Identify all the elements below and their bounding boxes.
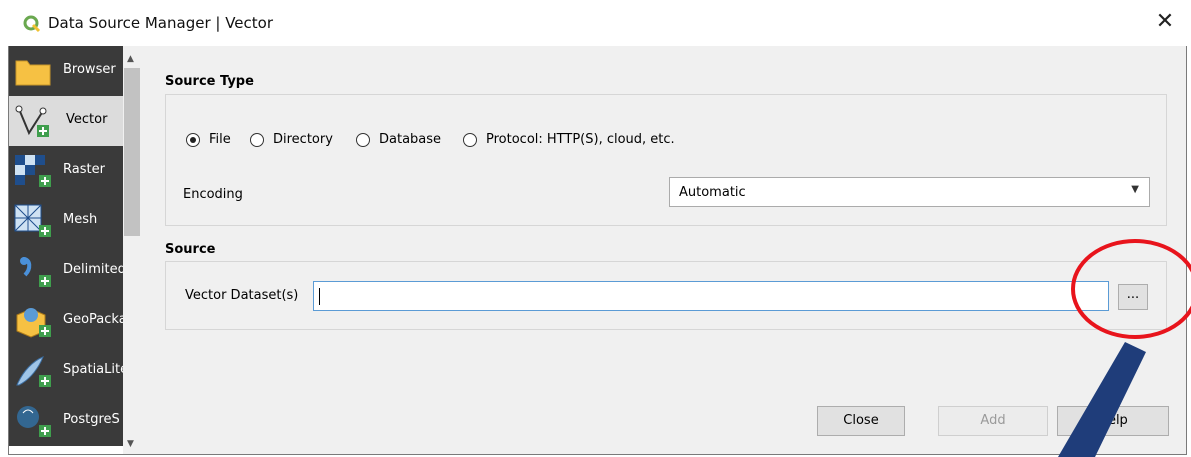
title-bar: Data Source Manager | Vector ✕: [0, 0, 1191, 46]
sidebar-item-label: PostgreS: [63, 412, 120, 427]
radio-protocol[interactable]: Protocol: HTTP(S), cloud, etc.: [463, 132, 675, 147]
sidebar-item-browser[interactable]: Browser: [9, 46, 123, 96]
qgis-logo-icon: [23, 15, 41, 33]
radio-button[interactable]: [356, 132, 370, 147]
sidebar-item-label: Browser: [63, 62, 116, 77]
scroll-up-icon[interactable]: ▲: [127, 54, 134, 64]
scrollbar-thumb[interactable]: [124, 68, 140, 236]
source-heading: Source: [165, 242, 216, 257]
radio-button[interactable]: [250, 132, 264, 147]
radio-label: Database: [379, 132, 442, 147]
help-button[interactable]: Help: [1057, 406, 1169, 436]
sidebar-item-label: Mesh: [63, 212, 98, 227]
close-button[interactable]: Close: [817, 406, 905, 436]
raster-icon: [15, 155, 51, 187]
sidebar-item-geopackage[interactable]: GeoPacka: [9, 296, 123, 346]
sidebar-item-raster[interactable]: Raster: [9, 146, 123, 196]
radio-button-checked[interactable]: [186, 132, 200, 147]
radio-directory[interactable]: Directory: [250, 132, 333, 147]
sidebar-scrollbar[interactable]: ▲ ▼: [123, 46, 141, 454]
delimited-text-icon: [20, 257, 51, 287]
scroll-down-icon[interactable]: ▼: [127, 439, 134, 449]
mesh-icon: [14, 204, 51, 237]
sidebar-item-postgresql[interactable]: PostgreS: [9, 396, 123, 446]
radio-file[interactable]: File: [186, 132, 231, 147]
sidebar-item-label: SpatiaLite: [63, 362, 123, 377]
spatialite-icon: [16, 356, 51, 387]
vector-dataset-input[interactable]: [313, 281, 1109, 311]
sidebar-item-label: GeoPacka: [63, 312, 123, 327]
radio-database[interactable]: Database: [356, 132, 441, 147]
sidebar-item-spatialite[interactable]: SpatiaLite: [9, 346, 123, 396]
radio-label: File: [209, 132, 231, 147]
main-panel: Source Type File Directory Database Prot…: [141, 46, 1186, 454]
sidebar-item-delimited[interactable]: Delimited: [9, 246, 123, 296]
radio-label: Protocol: HTTP(S), cloud, etc.: [486, 132, 675, 147]
source-type-group: File Directory Database Protocol: HTTP(S…: [165, 94, 1167, 226]
chevron-down-icon: ▼: [1131, 184, 1139, 195]
vector-dataset-label: Vector Dataset(s): [185, 288, 299, 303]
window-title: Data Source Manager | Vector: [48, 14, 274, 32]
window-border-right: [1186, 46, 1187, 455]
window-border-bottom: [8, 454, 1187, 455]
encoding-select[interactable]: Automatic ▼: [669, 177, 1150, 207]
sidebar-item-label: Vector: [66, 112, 108, 127]
folder-icon: [15, 60, 51, 86]
radio-button[interactable]: [463, 132, 477, 147]
close-icon[interactable]: ✕: [1147, 6, 1183, 38]
encoding-label: Encoding: [183, 187, 243, 202]
sidebar-item-mesh[interactable]: Mesh: [9, 196, 123, 246]
radio-label: Directory: [273, 132, 333, 147]
text-caret: [319, 288, 320, 305]
vector-icon: [15, 105, 49, 137]
postgresql-icon: [17, 406, 51, 437]
geopackage-icon: [16, 308, 51, 338]
source-type-heading: Source Type: [165, 74, 254, 89]
sidebar-item-label: Raster: [63, 162, 105, 177]
sidebar: Browser Vector Raster Mesh Delimited Geo…: [9, 46, 123, 454]
browse-button[interactable]: ...: [1118, 284, 1148, 310]
sidebar-item-vector[interactable]: Vector: [9, 96, 123, 146]
source-group: Vector Dataset(s) ...: [165, 261, 1167, 330]
encoding-value: Automatic: [679, 185, 746, 200]
sidebar-item-label: Delimited: [63, 262, 123, 277]
add-button[interactable]: Add: [938, 406, 1048, 436]
